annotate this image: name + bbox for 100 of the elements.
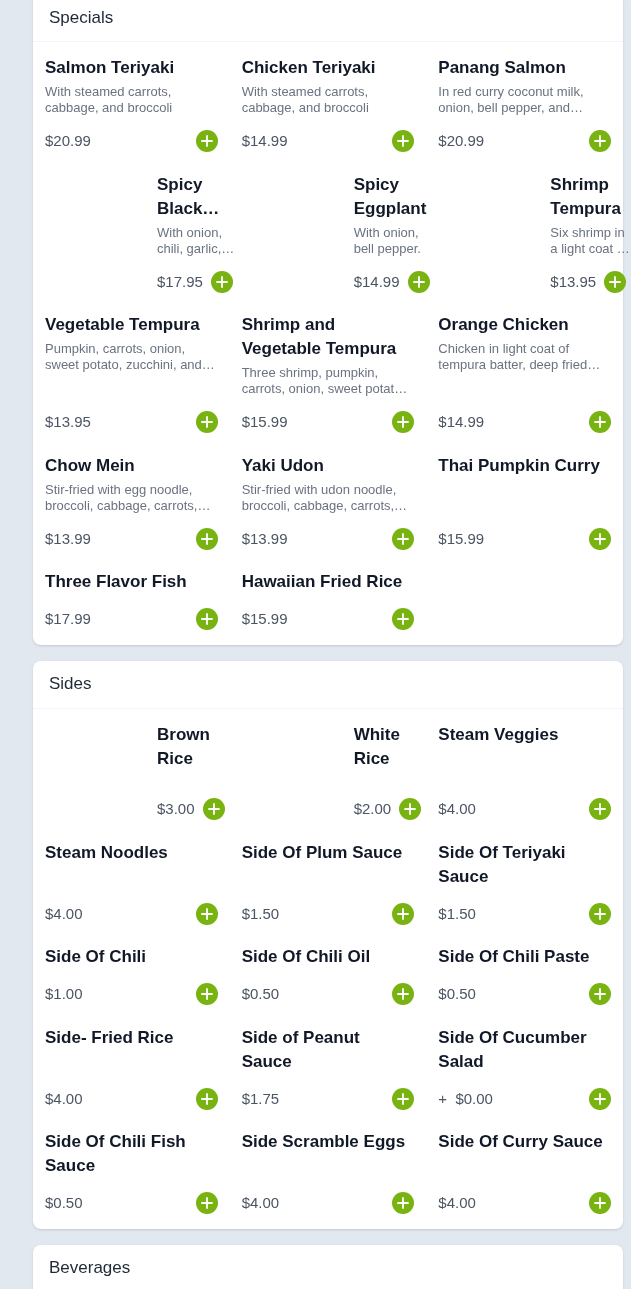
plus-icon — [207, 803, 220, 816]
add-button[interactable] — [392, 1192, 415, 1215]
add-button[interactable] — [589, 411, 611, 434]
add-button[interactable] — [202, 798, 225, 821]
item-price: $1.50 — [438, 903, 476, 924]
add-button[interactable] — [195, 902, 218, 925]
plus-icon — [200, 1092, 213, 1105]
item-description: Six shrimp in a light coat … — [550, 224, 631, 257]
add-button[interactable] — [210, 270, 233, 293]
item-name: Side of Peanut Sauce — [241, 1026, 361, 1073]
item-price: $20.99 — [438, 131, 485, 151]
add-button[interactable] — [195, 1192, 218, 1215]
item-price: $15.99 — [438, 528, 485, 549]
add-button[interactable] — [589, 130, 611, 153]
item-price: $4.00 — [438, 1193, 476, 1213]
plus-icon — [200, 613, 213, 626]
item-price: $17.95 — [157, 271, 203, 292]
plus-icon — [397, 613, 410, 626]
plus-icon — [397, 1092, 410, 1105]
add-button[interactable] — [195, 527, 218, 550]
add-button[interactable] — [589, 902, 611, 925]
plus-icon — [397, 135, 410, 148]
item-price: $1.75 — [241, 1088, 280, 1109]
item-name: Steam Noodles — [45, 841, 169, 864]
item-description: Chicken in light coat of tempura batter, deep fried… — [438, 341, 602, 373]
plus-icon — [594, 135, 606, 148]
plus-icon — [594, 1197, 606, 1210]
item-name: Side Of Chili Fish Sauce — [45, 1131, 187, 1177]
item-price: $13.95 — [45, 412, 91, 432]
plus-icon — [200, 1197, 213, 1210]
item-price: $3.00 — [157, 799, 195, 819]
item-name: Side Of Teriyaki Sauce — [438, 841, 567, 888]
add-button[interactable] — [392, 983, 415, 1006]
item-price: $13.95 — [550, 271, 597, 292]
plus-icon — [594, 988, 606, 1001]
item-name: Orange Chicken — [438, 314, 570, 336]
plus-icon — [412, 275, 425, 288]
add-button[interactable] — [589, 983, 611, 1006]
item-price: $0.50 — [45, 1193, 83, 1213]
item-name: Hawaiian Fried Rice — [241, 571, 404, 593]
add-button[interactable] — [195, 1087, 218, 1110]
item-name: Brown Rice — [157, 723, 211, 770]
plus-icon — [397, 416, 410, 429]
add-button[interactable] — [195, 608, 218, 631]
item-price: $4.00 — [241, 1193, 280, 1213]
item-description: With steamed carrots, cabbage, and broccoli — [45, 84, 174, 116]
item-name: Side Of Chili — [45, 946, 148, 968]
add-button[interactable] — [195, 411, 218, 434]
add-button[interactable] — [392, 527, 415, 550]
item-price: $17.99 — [45, 609, 91, 629]
plus-icon — [397, 988, 410, 1001]
item-description: Stir-fried with udon noodle, broccoli, cabbage, carrots,… — [241, 481, 409, 514]
plus-icon — [594, 532, 606, 545]
item-name: White Rice — [353, 723, 401, 770]
plus-icon — [397, 1197, 410, 1210]
section-title: Sides — [49, 673, 92, 696]
add-button[interactable] — [589, 527, 611, 550]
item-price: + $0.00 — [438, 1088, 493, 1109]
item-name: Panang Salmon — [438, 57, 567, 79]
item-name: Chicken Teriyaki — [241, 57, 377, 79]
item-price: $4.00 — [45, 1088, 83, 1109]
plus-icon — [404, 803, 417, 816]
add-button[interactable] — [407, 270, 430, 293]
plus-icon — [200, 907, 213, 920]
item-description: Three shrimp, pumpkin, carrots, onion, sweet potat… — [241, 365, 409, 397]
section-title: Beverages — [49, 1257, 131, 1280]
item-description: Stir-fried with egg noodle, broccoli, cabbage, carrots,… — [45, 481, 212, 514]
item-price: $2.00 — [353, 799, 392, 819]
add-button[interactable] — [392, 902, 415, 925]
add-button[interactable] — [392, 608, 415, 631]
add-button[interactable] — [392, 130, 415, 153]
add-button[interactable] — [399, 798, 422, 821]
item-name: Side Of Plum Sauce — [241, 841, 404, 864]
item-name: Spicy Eggplant — [353, 173, 428, 220]
item-price: $15.99 — [241, 412, 288, 432]
plus-icon — [215, 275, 228, 288]
plus-icon — [594, 416, 606, 429]
plus-icon — [609, 275, 622, 288]
item-price: $1.00 — [45, 984, 83, 1004]
item-price: $14.99 — [353, 271, 400, 292]
add-button[interactable] — [604, 270, 627, 293]
item-description: In red curry coconut milk, onion, bell pepper, and… — [438, 84, 585, 116]
add-button[interactable] — [589, 1087, 611, 1110]
item-name: Side Of Chili Paste — [438, 946, 591, 968]
plus-icon — [397, 532, 410, 545]
item-price: $20.99 — [45, 131, 91, 151]
add-button[interactable] — [589, 798, 611, 821]
plus-icon — [200, 135, 213, 148]
add-button[interactable] — [392, 411, 415, 434]
item-name: Side Of Cucumber Salad — [438, 1026, 588, 1073]
item-price: $13.99 — [45, 528, 91, 549]
add-button[interactable] — [589, 1192, 611, 1215]
add-button[interactable] — [392, 1087, 415, 1110]
add-button[interactable] — [195, 130, 218, 153]
item-price: $4.00 — [438, 799, 476, 819]
section-title: Specials — [49, 6, 114, 29]
item-name: Side- Fried Rice — [45, 1026, 175, 1049]
item-name: Three Flavor Fish — [45, 571, 188, 593]
item-name: Shrimp and Vegetable Tempura — [241, 314, 398, 360]
add-button[interactable] — [195, 983, 218, 1006]
